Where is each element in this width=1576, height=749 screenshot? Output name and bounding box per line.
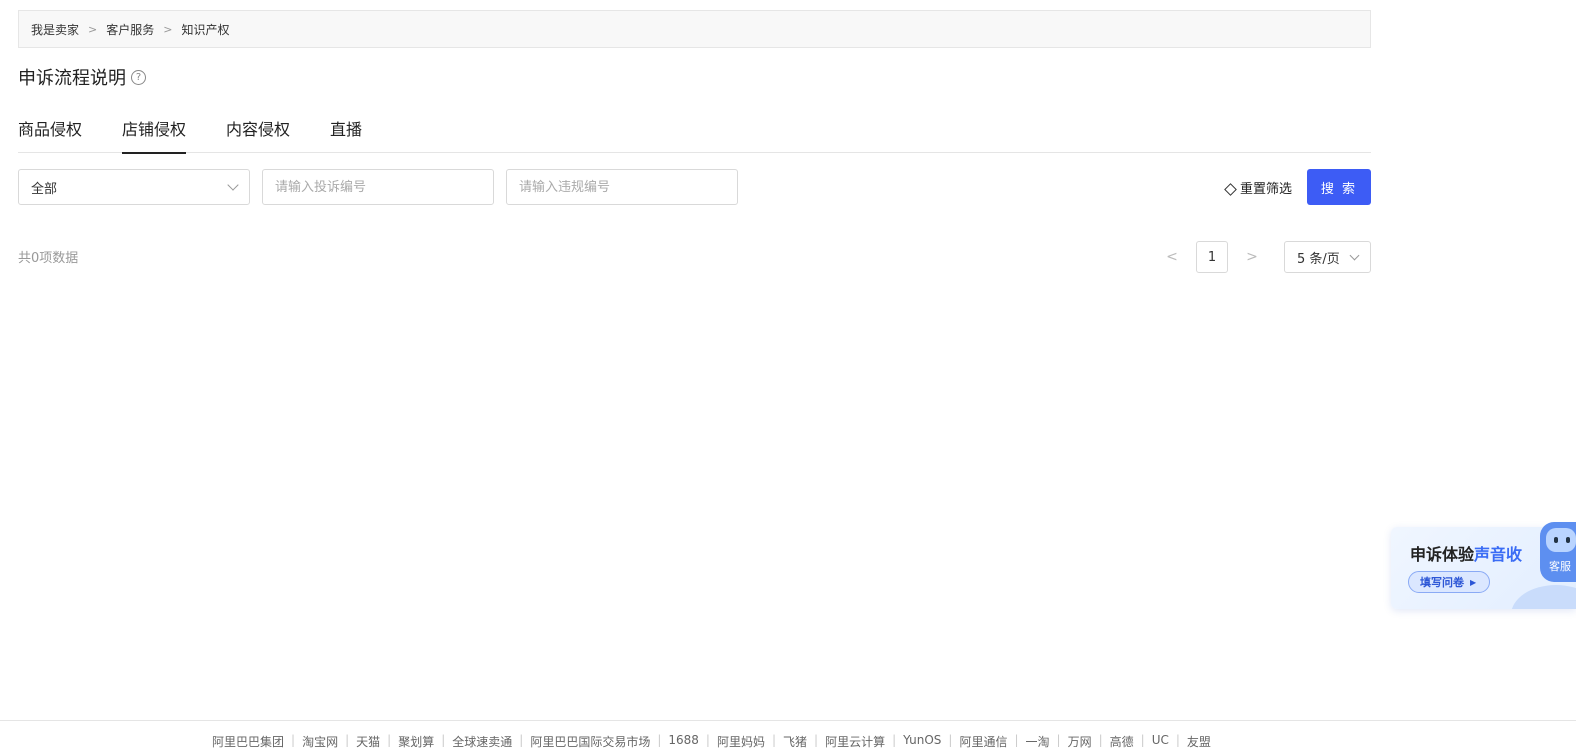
footer-link[interactable]: 友盟 — [1187, 733, 1211, 749]
reset-filter-button[interactable]: 重置筛选 — [1224, 178, 1293, 197]
page-number[interactable]: 1 — [1196, 241, 1228, 273]
footer-sep: | — [345, 733, 350, 747]
footer-sep: | — [1056, 733, 1061, 747]
tab-product-infringement[interactable]: 商品侵权 — [18, 108, 82, 153]
fill-survey-label: 填写问卷 — [1420, 576, 1464, 589]
tab-store-infringement[interactable]: 店铺侵权 — [122, 108, 187, 154]
survey-title: 申诉体验声音收 — [1410, 541, 1522, 565]
footer-sep: | — [657, 733, 662, 747]
footer-link[interactable]: 阿里巴巴集团 — [212, 733, 284, 749]
footer-sep: | — [1014, 733, 1019, 747]
complaint-number-input[interactable] — [262, 169, 494, 205]
footer-link[interactable]: 阿里妈妈 — [717, 733, 765, 749]
tab-content-infringement[interactable]: 内容侵权 — [226, 108, 290, 153]
page-size-select[interactable]: 5 条/页 — [1284, 241, 1371, 273]
eraser-icon — [1224, 182, 1237, 196]
search-button[interactable]: 搜 索 — [1307, 169, 1371, 205]
robot-eye-icon — [1566, 537, 1570, 543]
footer-link[interactable]: 阿里云计算 — [825, 733, 885, 749]
survey-title-highlight: 声音收 — [1474, 545, 1523, 564]
breadcrumb-separator: > — [163, 22, 173, 36]
robot-face-icon — [1546, 528, 1576, 552]
footer-link[interactable]: 阿里通信 — [959, 733, 1007, 749]
footer-link[interactable]: 聚划算 — [398, 733, 434, 749]
title-row: 申诉流程说明 ? — [18, 64, 146, 90]
footer-sep: | — [771, 733, 777, 747]
tab-live[interactable]: 直播 — [330, 108, 362, 153]
footer-link[interactable]: 天猫 — [356, 733, 380, 749]
decorative-blob — [1511, 585, 1576, 609]
prev-page-icon[interactable]: < — [1160, 241, 1184, 273]
footer-sep: | — [519, 733, 524, 747]
breadcrumb-item-customer-service[interactable]: 客户服务 — [106, 21, 154, 38]
chevron-down-icon — [1349, 250, 1360, 261]
footer-sep: | — [441, 733, 446, 747]
footer-sep: | — [1175, 733, 1180, 747]
breadcrumb: 我是卖家 > 客户服务 > 知识产权 — [18, 10, 1371, 48]
footer-divider — [0, 720, 1576, 721]
footer-sep: | — [291, 733, 296, 747]
footer-link[interactable]: YunOS — [903, 733, 941, 749]
footer-sep: | — [1140, 733, 1145, 747]
violation-number-input[interactable] — [506, 169, 738, 205]
footer-link[interactable]: 全球速卖通 — [452, 733, 512, 749]
footer-sep: | — [814, 733, 819, 747]
footer-link[interactable]: 飞猪 — [783, 733, 807, 749]
reset-filter-label: 重置筛选 — [1240, 182, 1293, 197]
footer-link[interactable]: 一淘 — [1026, 733, 1050, 749]
tab-bar: 商品侵权 店铺侵权 内容侵权 直播 — [18, 108, 1371, 154]
breadcrumb-item-seller[interactable]: 我是卖家 — [31, 21, 79, 38]
fill-survey-button[interactable]: 填写问卷 ▶ — [1408, 571, 1490, 593]
type-select[interactable]: 全部 — [18, 169, 250, 205]
footer-link[interactable]: 淘宝网 — [302, 733, 338, 749]
footer-sep: | — [948, 733, 953, 747]
robot-label: 客服 — [1549, 560, 1571, 573]
pagination: < 1 > 5 条/页 — [1160, 241, 1371, 273]
breadcrumb-separator: > — [88, 22, 98, 36]
footer-sep: | — [1098, 733, 1103, 747]
play-arrow-icon: ▶ — [1470, 577, 1477, 587]
help-icon[interactable]: ? — [131, 69, 146, 85]
footer-link[interactable]: UC — [1152, 733, 1169, 749]
chevron-down-icon — [227, 179, 239, 191]
total-count: 共0项数据 — [18, 251, 79, 266]
page-title[interactable]: 申诉流程说明 — [18, 64, 126, 90]
footer-links: 阿里巴巴集团 | 淘宝网 | 天猫 | 聚划算 | 全球速卖通 | 阿里巴巴国际交易市场 |… — [212, 733, 1211, 749]
page-size-value: 5 条/页 — [1297, 251, 1340, 267]
footer-sep: | — [705, 733, 710, 747]
breadcrumb-item-ip: 知识产权 — [181, 22, 230, 37]
footer-link[interactable]: 高德 — [1110, 733, 1134, 749]
footer-link[interactable]: 阿里巴巴国际交易市场 — [530, 733, 650, 749]
footer-link[interactable]: 1688 — [668, 733, 699, 749]
robot-eye-icon — [1554, 537, 1558, 543]
footer-sep: | — [892, 733, 897, 747]
next-page-icon[interactable]: > — [1240, 241, 1264, 273]
footer-sep: | — [387, 733, 392, 747]
footer-link[interactable]: 万网 — [1068, 733, 1092, 749]
type-select-value: 全部 — [31, 181, 58, 197]
survey-title-prefix: 申诉体验 — [1410, 545, 1475, 564]
